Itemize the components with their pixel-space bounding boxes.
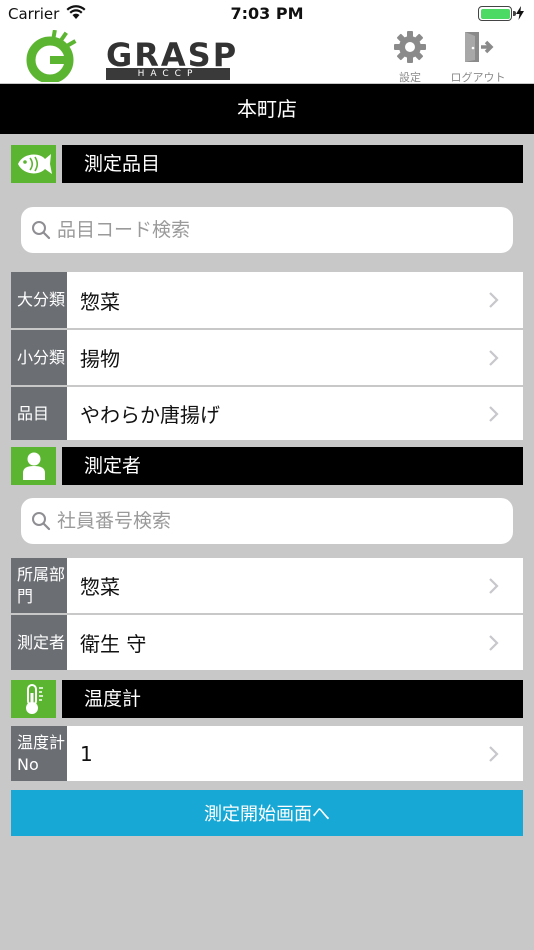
employee-number-search[interactable]	[21, 498, 513, 544]
row-value: 衛生 守	[80, 632, 147, 656]
search-icon	[32, 512, 51, 531]
row-value: 惣菜	[80, 289, 120, 314]
person-icon	[22, 452, 45, 480]
grasp-logo: GRASP HACCP	[24, 30, 236, 82]
logout-label: ログアウト	[450, 71, 506, 84]
row-value: 揚物	[80, 347, 120, 371]
row-label: 測定者	[11, 615, 67, 670]
employee-number-search-input[interactable]	[57, 498, 497, 544]
row-label: 小分類	[11, 330, 67, 385]
section-title-thermometer: 温度計	[62, 680, 523, 718]
battery-icon	[478, 6, 516, 21]
chevron-right-icon	[489, 577, 499, 594]
logout-door-icon	[465, 32, 494, 62]
logo-subtext: HACCP	[106, 68, 230, 80]
logo-mark-icon	[26, 30, 77, 82]
settings-label: 設定	[399, 71, 421, 84]
row-item[interactable]: 品目 やわらか唐揚げ	[11, 387, 523, 440]
row-department[interactable]: 所属部門 惣菜	[11, 558, 523, 613]
section-title-person: 測定者	[62, 447, 523, 485]
app-header: GRASP HACCP 設定 ログアウト	[0, 28, 534, 85]
fish-section-icon	[11, 145, 56, 183]
chevron-right-icon	[489, 634, 499, 651]
status-bar: Carrier 7:03 PM	[0, 0, 534, 28]
clock: 7:03 PM	[230, 4, 304, 23]
gear-icon	[394, 31, 426, 63]
row-value: やわらか唐揚げ	[80, 403, 220, 427]
row-measurer[interactable]: 測定者 衛生 守	[11, 615, 523, 670]
row-value: 惣菜	[80, 575, 120, 599]
fish-icon	[17, 154, 52, 174]
person-section-icon	[11, 447, 56, 485]
chevron-right-icon	[489, 349, 499, 366]
row-label: 品目	[11, 387, 67, 440]
row-category-large[interactable]: 大分類 惣菜	[11, 272, 523, 328]
chevron-right-icon	[489, 745, 499, 762]
row-label: 所属部門	[11, 558, 67, 613]
section-title-item: 測定品目	[62, 145, 523, 183]
start-measurement-button[interactable]: 測定開始画面へ	[11, 790, 523, 836]
chevron-right-icon	[489, 405, 499, 422]
thermometer-section-icon	[11, 680, 56, 718]
search-icon	[32, 221, 51, 240]
logout-button[interactable]: ログアウト	[442, 30, 514, 85]
thermometer-icon	[25, 684, 43, 714]
row-label: 大分類	[11, 272, 67, 328]
row-thermometer-no[interactable]: 温度計No 1	[11, 726, 523, 781]
row-label: 温度計No	[11, 726, 67, 781]
item-code-search[interactable]	[21, 207, 513, 253]
settings-button[interactable]: 設定	[388, 30, 432, 85]
item-code-search-input[interactable]	[57, 207, 497, 253]
charging-icon	[516, 6, 524, 20]
chevron-right-icon	[489, 292, 499, 308]
row-category-small[interactable]: 小分類 揚物	[11, 330, 523, 385]
store-title: 本町店	[0, 84, 534, 134]
row-value: 1	[80, 741, 93, 766]
